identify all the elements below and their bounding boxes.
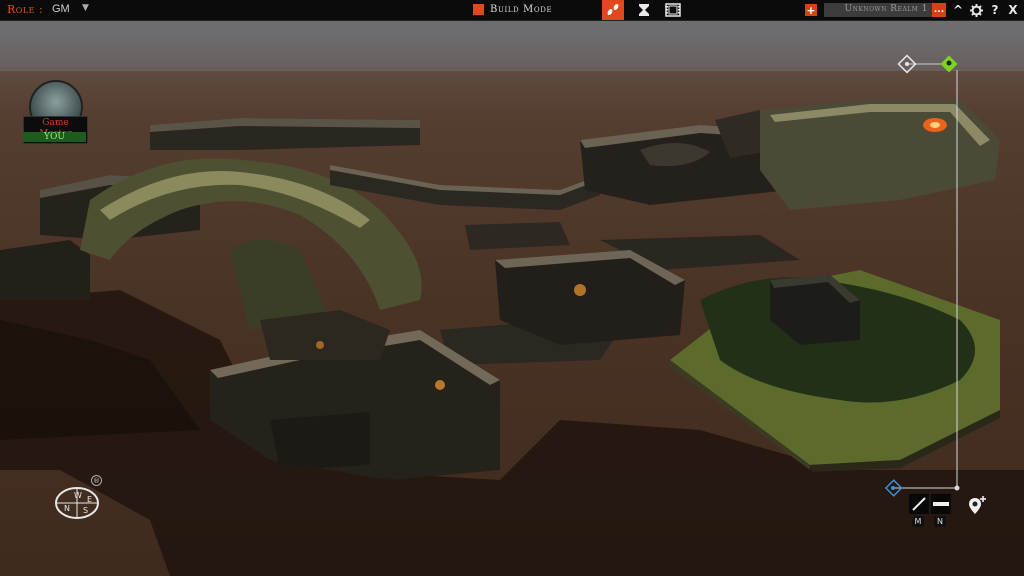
add-realm-button[interactable]: + (805, 4, 817, 16)
compass[interactable]: N W S E (54, 483, 100, 527)
sky-haze (0, 21, 1024, 71)
realm-name[interactable]: Unknown Realm 1 (828, 4, 928, 14)
role-select-value[interactable]: GM (52, 3, 70, 15)
horizontal-bar-icon (933, 502, 949, 506)
hourglass-tool[interactable] (633, 0, 655, 20)
player-you-badge: YOU (23, 132, 86, 142)
add-marker-button[interactable] (966, 494, 988, 520)
northeast-keep (580, 110, 790, 205)
role-label: Role : (7, 3, 44, 16)
build-mode-label: Build Mode (490, 4, 553, 15)
compass-reset-icon[interactable]: ® (91, 475, 102, 486)
diagonal-line-icon (912, 497, 926, 511)
settings-button[interactable] (969, 2, 983, 18)
rect-tool-key: N (934, 516, 946, 527)
compass-icon: N W S E (55, 487, 99, 519)
line-tool-button[interactable] (909, 494, 929, 514)
top-bar: Role : GM ▼ Build Mode + Unknown Realm 1… (0, 0, 1024, 21)
close-button[interactable]: X (1006, 2, 1020, 18)
northeast-cave (760, 100, 1000, 210)
collapse-button[interactable]: ^ (951, 2, 965, 18)
build-mode-toggle[interactable] (473, 4, 484, 15)
film-strip-icon (665, 3, 681, 17)
compass-letter: N (64, 504, 70, 513)
compass-letter: S (83, 506, 88, 515)
realm-menu-button[interactable]: ... (932, 3, 946, 17)
footsteps-tool[interactable] (602, 0, 624, 20)
footsteps-icon (607, 3, 619, 16)
dungeon-map-viewport[interactable] (0, 21, 1024, 576)
gear-icon (969, 3, 983, 17)
compass-letter: W (74, 491, 82, 500)
chevron-down-icon[interactable]: ▼ (82, 3, 89, 13)
hourglass-icon (639, 4, 649, 16)
help-button[interactable]: ? (988, 2, 1002, 18)
rect-tool-button[interactable] (931, 494, 951, 514)
line-tool-key: M (912, 516, 924, 527)
film-tool[interactable] (662, 0, 684, 20)
player-role-line1: Game (42, 118, 69, 128)
map-pin-add-icon (969, 496, 986, 514)
compass-letter: E (87, 495, 92, 504)
